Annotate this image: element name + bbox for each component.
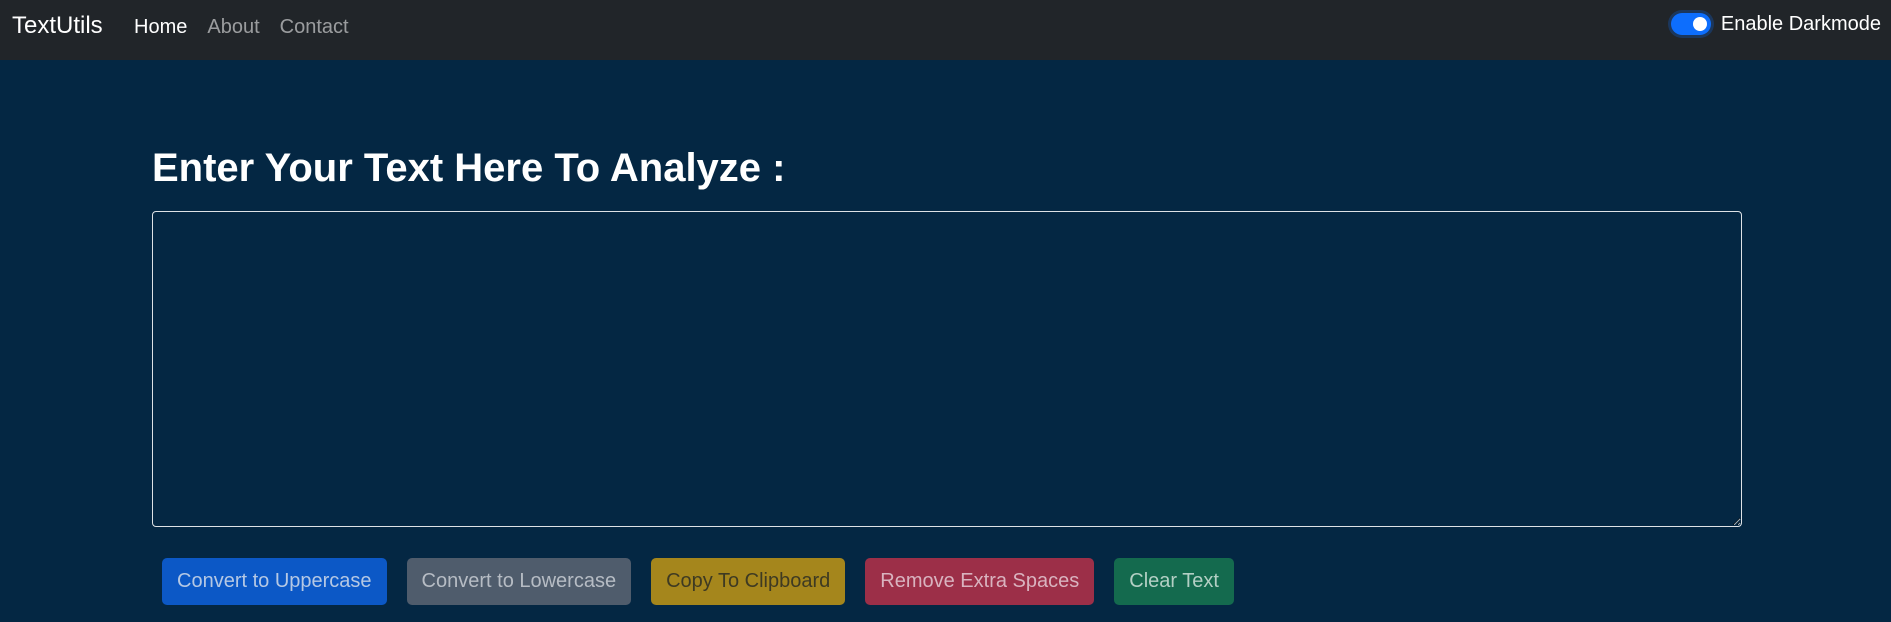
- copy-button[interactable]: Copy To Clipboard: [651, 558, 846, 605]
- nav-link-contact[interactable]: Contact: [280, 15, 349, 39]
- lowercase-button[interactable]: Convert to Lowercase: [406, 558, 632, 605]
- nav-links: Home About Contact: [134, 15, 349, 39]
- navbar: TextUtils Home About Contact Enable Dark…: [0, 0, 1891, 60]
- uppercase-button[interactable]: Convert to Uppercase: [162, 558, 387, 605]
- action-buttons: Convert to Uppercase Convert to Lowercas…: [162, 558, 1234, 605]
- darkmode-toggle: Enable Darkmode: [1670, 12, 1881, 36]
- darkmode-label[interactable]: Enable Darkmode: [1721, 12, 1881, 36]
- page-title: Enter Your Text Here To Analyze :: [152, 146, 786, 190]
- text-input[interactable]: [152, 211, 1742, 527]
- clear-button[interactable]: Clear Text: [1114, 558, 1234, 605]
- remove-spaces-button[interactable]: Remove Extra Spaces: [865, 558, 1095, 605]
- brand-logo[interactable]: TextUtils: [12, 12, 103, 40]
- nav-link-home[interactable]: Home: [134, 15, 187, 39]
- darkmode-switch[interactable]: [1670, 13, 1711, 35]
- switch-knob: [1692, 17, 1707, 31]
- nav-link-about[interactable]: About: [207, 15, 259, 39]
